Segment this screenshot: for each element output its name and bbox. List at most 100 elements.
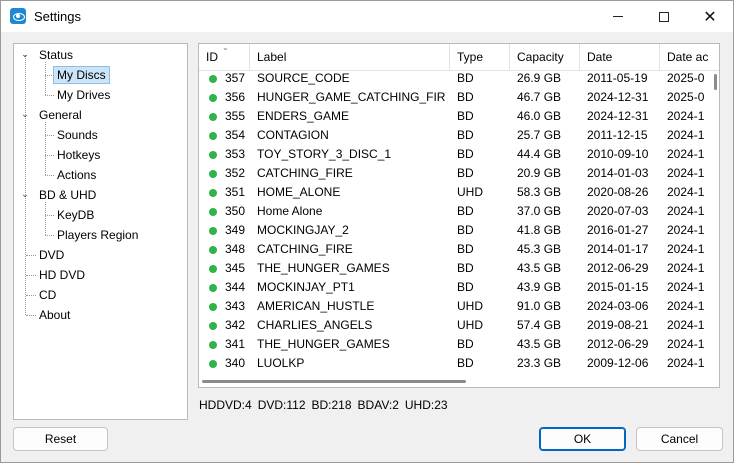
tree-branch-line: [45, 122, 46, 175]
column-header-type[interactable]: Type: [450, 44, 510, 71]
table-row[interactable]: 342 CHARLIES_ANGELS UHD 57.4 GB 2019-08-21 20…: [199, 316, 719, 335]
tree-item-hd-dvd[interactable]: HD DVD: [39, 266, 85, 284]
table-row[interactable]: 344 MOCKINJAY_PT1 BD 43.9 GB 2015-01-15 2024-…: [199, 278, 719, 297]
status-dot-icon: [209, 341, 217, 349]
tree-item-sounds[interactable]: Sounds: [57, 126, 98, 144]
reset-button[interactable]: Reset: [13, 427, 108, 451]
horizontal-scrollbar[interactable]: [199, 377, 711, 387]
cell-label: SOURCE_CODE: [257, 71, 350, 85]
table-row[interactable]: 349 MOCKINGJAY_2 BD 41.8 GB 2016-01-27 2024-1: [199, 221, 719, 240]
tree-item-dvd[interactable]: DVD: [39, 246, 64, 264]
status-dot-icon: [209, 208, 217, 216]
table-row[interactable]: 357 SOURCE_CODE BD 26.9 GB 2011-05-19 2025-0: [199, 69, 719, 88]
cell-type: BD: [457, 109, 474, 123]
collapse-icon[interactable]: ⌄: [20, 190, 30, 200]
tree-item-cd[interactable]: CD: [39, 286, 56, 304]
table-row[interactable]: 352 CATCHING_FIRE BD 20.9 GB 2014-01-03 2024-…: [199, 164, 719, 183]
discs-table[interactable]: ID Label Type Capacity Date Date ac ⌄ 357 SOURC…: [198, 43, 720, 388]
collapse-icon[interactable]: ⌄: [20, 110, 30, 120]
tree-connector: [45, 135, 54, 136]
cell-label: THE_HUNGER_GAMES: [257, 337, 390, 351]
tree-item-hotkeys[interactable]: Hotkeys: [57, 146, 100, 164]
cell-id: 349: [225, 223, 246, 237]
cancel-button[interactable]: Cancel: [636, 427, 723, 451]
cell-id: 342: [225, 318, 246, 332]
cell-type: BD: [457, 337, 474, 351]
cell-date: 2020-08-26: [587, 185, 649, 199]
minimize-button[interactable]: [595, 1, 641, 32]
tree-item-my-discs[interactable]: My Discs: [53, 66, 110, 84]
status-dot-icon: [209, 113, 217, 121]
cell-label: LUOLKP: [257, 356, 305, 370]
stat-count: BDAV:2: [357, 398, 399, 412]
cell-type: BD: [457, 242, 474, 256]
ok-button[interactable]: OK: [539, 427, 626, 451]
table-row[interactable]: 355 ENDERS_GAME BD 46.0 GB 2024-12-31 2024-1: [199, 107, 719, 126]
table-row[interactable]: 350 Home Alone BD 37.0 GB 2020-07-03 2024-1: [199, 202, 719, 221]
cell-type: UHD: [457, 318, 483, 332]
status-dot-icon: [209, 303, 217, 311]
column-header-label[interactable]: Label: [250, 44, 450, 71]
cell-type: BD: [457, 90, 474, 104]
cell-label: TOY_STORY_3_DISC_1: [257, 147, 392, 161]
minimize-icon: [613, 16, 623, 17]
cell-type: BD: [457, 71, 474, 85]
title-bar: Settings ✕: [1, 1, 733, 32]
vertical-scroll-thumb[interactable]: [714, 74, 717, 90]
table-row[interactable]: 345 THE_HUNGER_GAMES BD 43.5 GB 2012-06-29 20…: [199, 259, 719, 278]
cell-type: BD: [457, 204, 474, 218]
maximize-button[interactable]: [641, 1, 687, 32]
cell-date: 2012-06-29: [587, 261, 649, 275]
collapse-icon[interactable]: ⌄: [20, 50, 30, 60]
column-header-capacity[interactable]: Capacity: [510, 44, 580, 71]
cell-capacity: 43.5 GB: [517, 261, 562, 275]
cell-type: BD: [457, 128, 474, 142]
status-dot-icon: [209, 170, 217, 178]
cell-capacity: 58.3 GB: [517, 185, 562, 199]
table-row[interactable]: 348 CATCHING_FIRE BD 45.3 GB 2014-01-17 2024-…: [199, 240, 719, 259]
cell-id: 355: [225, 109, 246, 123]
tree-branch-line: [45, 202, 46, 235]
vertical-scrollbar[interactable]: [711, 72, 719, 387]
stat-count: UHD:23: [404, 398, 448, 412]
cell-label: Home Alone: [257, 204, 323, 218]
cell-label: HOME_ALONE: [257, 185, 341, 199]
table-row[interactable]: 340 LUOLKP BD 23.3 GB 2009-12-06 2024-1: [199, 354, 719, 373]
cell-capacity: 20.9 GB: [517, 166, 562, 180]
table-row[interactable]: 354 CONTAGION BD 25.7 GB 2011-12-15 2024-1: [199, 126, 719, 145]
cell-capacity: 26.9 GB: [517, 71, 562, 85]
cell-date: 2012-06-29: [587, 337, 649, 351]
tree-item-players-region[interactable]: Players Region: [57, 226, 138, 244]
column-header-date[interactable]: Date: [580, 44, 660, 71]
cell-capacity: 44.4 GB: [517, 147, 562, 161]
status-dot-icon: [209, 322, 217, 330]
cell-label: CHARLIES_ANGELS: [257, 318, 373, 332]
cell-capacity: 37.0 GB: [517, 204, 562, 218]
tree-connector: [26, 255, 36, 256]
cell-label: ENDERS_GAME: [257, 109, 350, 123]
cell-capacity: 25.7 GB: [517, 128, 562, 142]
table-row[interactable]: 356 HUNGER_GAME_CATCHING_FIRE... BD 46.7 GB…: [199, 88, 719, 107]
cell-date: 2024-03-06: [587, 299, 649, 313]
column-header-date-added[interactable]: Date ac: [660, 44, 719, 71]
status-dot-icon: [209, 265, 217, 273]
table-row[interactable]: 351 HOME_ALONE UHD 58.3 GB 2020-08-26 2024-1: [199, 183, 719, 202]
app-eye-icon: [10, 8, 26, 24]
tree-connector: [45, 175, 54, 176]
cell-id: 341: [225, 337, 246, 351]
table-row[interactable]: 341 THE_HUNGER_GAMES BD 43.5 GB 2012-06-29 20…: [199, 335, 719, 354]
tree-item-actions[interactable]: Actions: [57, 166, 96, 184]
tree-item-about[interactable]: About: [39, 306, 70, 324]
close-button[interactable]: ✕: [687, 1, 733, 32]
status-dot-icon: [209, 360, 217, 368]
tree-item-keydb[interactable]: KeyDB: [57, 206, 94, 224]
maximize-icon: [659, 11, 669, 22]
tree-item-my-drives[interactable]: My Drives: [57, 86, 110, 104]
settings-tree[interactable]: ⌄ Status My Discs My Drives ⌄ General Sounds Ho…: [13, 43, 188, 420]
cell-capacity: 91.0 GB: [517, 299, 562, 313]
status-dot-icon: [209, 227, 217, 235]
tree-item-bd-uhd[interactable]: BD & UHD: [39, 186, 96, 204]
table-row[interactable]: 353 TOY_STORY_3_DISC_1 BD 44.4 GB 2010-09-10…: [199, 145, 719, 164]
horizontal-scroll-thumb[interactable]: [202, 380, 466, 383]
table-row[interactable]: 343 AMERICAN_HUSTLE UHD 91.0 GB 2024-03-06 20…: [199, 297, 719, 316]
